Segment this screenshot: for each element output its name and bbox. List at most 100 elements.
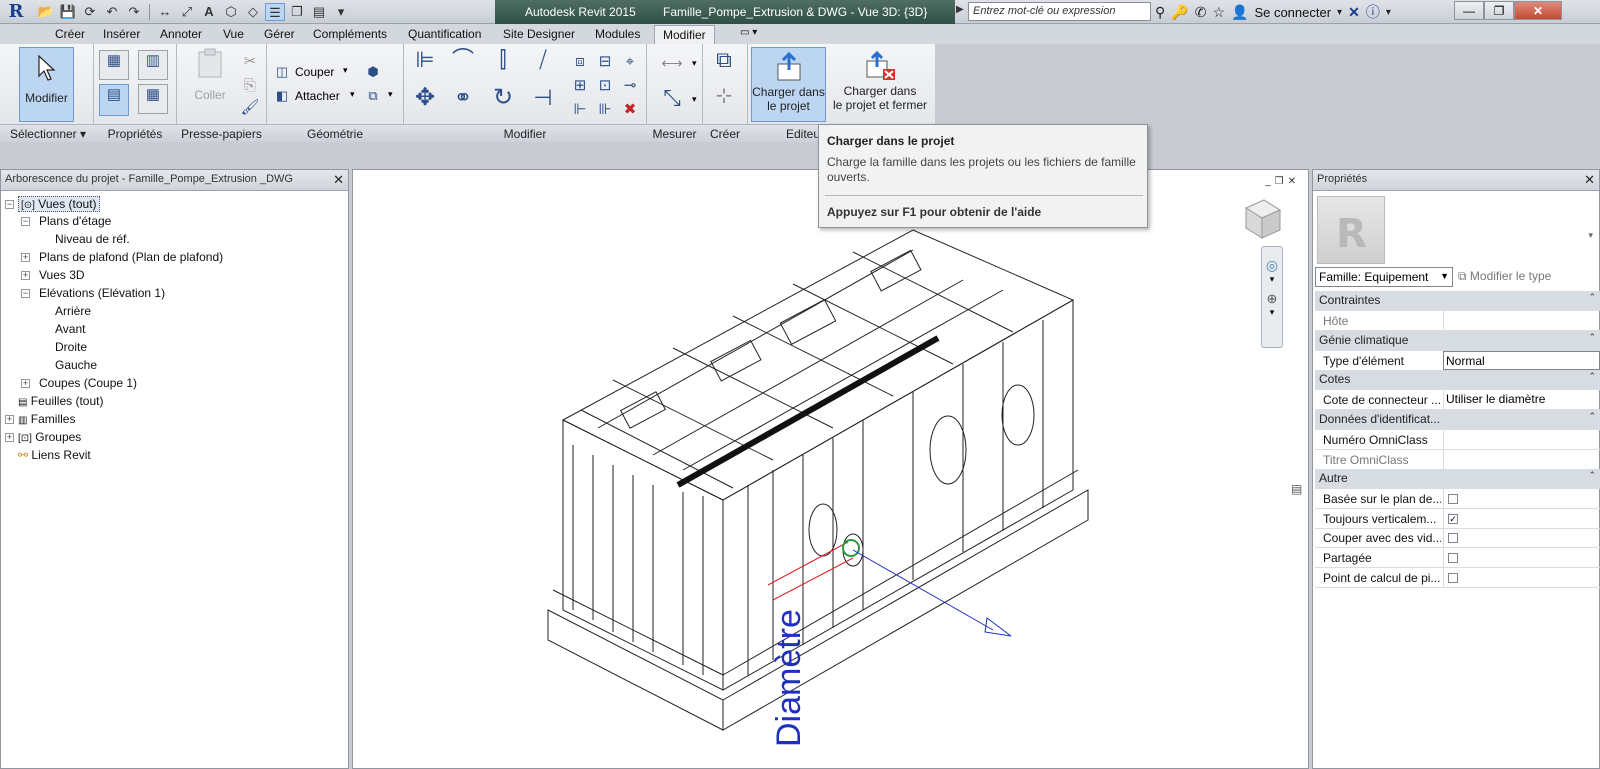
pin-group-icon[interactable]: ⊟ [595,52,615,72]
diameter-dimension-label[interactable]: Diamètre [770,609,809,747]
tree-elevations[interactable]: Elévations (Elévation 1) [39,286,165,300]
expand-icon[interactable]: + [5,433,14,442]
help-icon[interactable]: ⓘ [1366,2,1380,22]
load-into-project-button[interactable]: Charger dans le projet [751,47,826,122]
array-icon[interactable]: ⊞ [570,76,590,96]
expand-icon[interactable]: + [21,271,30,280]
tab-quantification[interactable]: Quantification [408,27,481,41]
collapse-icon[interactable]: − [21,289,30,298]
exchange-apps-icon[interactable]: ✕ [1348,4,1360,21]
split-dropdown-icon[interactable]: ▾ [388,89,393,100]
save-icon[interactable]: 💾 [58,3,78,21]
tree-floor-plans[interactable]: Plans d'étage [39,214,111,228]
cut-geometry-icon[interactable]: ◫ [272,62,292,82]
wheel-dropdown-icon[interactable]: ▾ [1262,274,1282,285]
create-group-icon[interactable]: ⧉ [708,49,740,80]
group-cotes[interactable]: Cotes ⌃ [1315,370,1600,390]
edit-type-button[interactable]: ⧉ Modifier le type [1458,269,1551,284]
match-properties-icon[interactable]: 🖌 [240,98,260,118]
close-icon[interactable]: ✕ [333,172,344,188]
copy-element-icon[interactable]: ⚭ [448,87,478,118]
tab-modules[interactable]: Modules [595,27,640,41]
family-types-icon[interactable]: ▥ [138,50,168,80]
collapse-icon[interactable]: ⌃ [1588,292,1596,303]
tab-gerer[interactable]: Gérer [264,27,295,41]
tree-sheets[interactable]: ▤ Feuilles (tout) [18,394,104,408]
offset-icon[interactable]: ⌒ [448,49,478,80]
aligned-dimension-icon[interactable]: ⤢ [177,3,197,21]
cut-with-voids-checkbox[interactable] [1448,533,1458,543]
trim-multiple-icon[interactable]: ⊩ [570,100,590,120]
close-hidden-windows-icon[interactable]: ❐ [287,3,307,21]
switch-windows-icon[interactable]: ▤ [309,3,329,21]
expand-icon[interactable]: + [5,415,14,424]
connector-marker[interactable] [842,539,860,557]
text-icon[interactable]: A [199,3,219,21]
redo-icon[interactable]: ↷ [124,3,144,21]
dimension-icon[interactable]: ⤡ [652,87,692,109]
infocenter-arrow-icon[interactable]: ▶ [956,4,964,15]
scrollbar-handle-icon[interactable]: ▤ [1291,482,1302,496]
split-face-icon[interactable]: ⧉ [363,86,383,106]
measure-icon[interactable]: ↔ [155,3,175,21]
tab-inserer[interactable]: Insérer [103,27,140,41]
load-and-close-button[interactable]: Charger dans le projet et fermer [829,47,931,122]
tab-complements[interactable]: Compléments [313,27,387,41]
tab-modifier[interactable]: Modifier [654,25,715,45]
ribbon-toggle-icon[interactable]: ▭ ▾ [740,27,757,38]
collapse-icon[interactable]: ⌃ [1588,411,1596,422]
always-vertical-checkbox[interactable]: ✓ [1448,514,1458,524]
viewcube-icon[interactable] [1244,199,1282,239]
group-contraintes[interactable]: Contraintes ⌃ [1315,291,1600,311]
3d-model-view[interactable] [353,170,1308,768]
tree-elevation-front[interactable]: Avant [55,322,85,336]
family-category-icon[interactable]: ▦ [99,50,129,80]
modify-button[interactable]: Modifier [19,47,74,122]
sign-in-arrow-icon[interactable]: ▾ [1337,7,1342,18]
axis-arrow-icon[interactable] [984,617,1012,637]
join-geometry-icon[interactable]: ◧ [272,86,292,106]
rotate-icon[interactable]: ↻ [488,86,518,118]
collapse-icon[interactable]: − [21,217,30,226]
tree-level-ref[interactable]: Niveau de réf. [55,232,130,246]
cut-dropdown-icon[interactable]: ▾ [343,65,348,76]
favorites-icon[interactable]: ☆ [1212,4,1225,21]
zoom-dropdown-icon[interactable]: ▾ [1262,307,1282,318]
tab-vue[interactable]: Vue [223,27,244,41]
minimize-icon[interactable]: — [1454,1,1484,20]
move-icon[interactable]: ✥ [410,86,440,118]
tree-elevation-right[interactable]: Droite [55,340,87,354]
steering-wheel-icon[interactable]: ◎ [1262,257,1282,274]
tree-groups[interactable]: [⊡] Groupes [18,430,81,444]
trim-extend-icon[interactable]: ⊣ [528,87,558,118]
unpin-icon[interactable]: ⊸ [620,76,640,96]
sign-in-link[interactable]: Se connecter [1254,5,1331,20]
binoculars-icon[interactable]: ⚲ [1155,4,1165,21]
expand-icon[interactable]: + [21,253,30,262]
zoom-icon[interactable]: ⊕ [1262,291,1282,307]
communication-icon[interactable]: ✆ [1195,4,1207,21]
cut-icon[interactable]: ✂ [240,52,260,72]
default-3d-view-icon[interactable]: ⬡ [221,3,241,21]
tree-families[interactable]: ▥ Familles [18,412,75,426]
group-genie-climatique[interactable]: Génie climatique ⌃ [1315,331,1600,351]
tree-sections[interactable]: Coupes (Coupe 1) [39,376,137,390]
close-window-icon[interactable]: ✕ [1514,1,1562,20]
cut-geometry-label[interactable]: Couper [295,65,334,79]
mirror-axis-icon[interactable]: ⫿ [488,49,518,80]
group-donnees-identification[interactable]: Données d'identificat... ⌃ [1315,410,1600,430]
delete-icon[interactable]: ✖ [620,100,640,120]
measure-dropdown-icon[interactable]: ▾ [692,58,697,69]
tree-views-all[interactable]: [⊙] Vues (tout) [18,196,100,212]
qat-customize-icon[interactable]: ▾ [331,3,351,21]
collapse-icon[interactable]: ⌃ [1588,470,1596,481]
split-gap-icon[interactable]: ⊪ [595,100,615,120]
void-form-icon[interactable]: ⬢ [363,62,383,82]
application-menu-button[interactable]: R [2,1,30,23]
search-input[interactable]: Entrez mot-clé ou expression [968,2,1151,21]
align-icon[interactable]: ⊫ [410,49,440,80]
join-geometry-label[interactable]: Attacher [295,89,340,103]
connector-dimension-value[interactable]: Utiliser le diamètre [1443,390,1600,409]
thin-lines-icon[interactable]: ☰ [265,3,285,21]
tab-creer[interactable]: Créer [55,27,85,41]
